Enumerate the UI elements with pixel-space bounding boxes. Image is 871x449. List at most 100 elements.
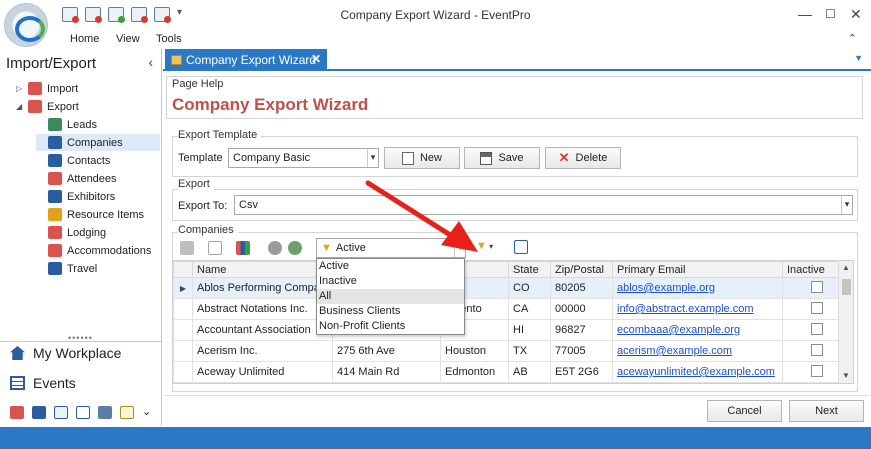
sidebar-item-companies[interactable]: Companies	[36, 134, 160, 151]
column-header-inactive[interactable]: Inactive	[782, 261, 841, 278]
save-template-button[interactable]: Save	[464, 147, 540, 169]
inactive-checkbox[interactable]	[811, 343, 823, 356]
next-button[interactable]: Next	[789, 400, 864, 422]
tree-expander-icon[interactable]: ▷	[16, 84, 28, 93]
cell-zip[interactable]: E5T 2G6	[550, 361, 613, 383]
scroll-down-icon[interactable]: ▼	[842, 371, 850, 380]
inactive-checkbox[interactable]	[811, 322, 823, 335]
cell-zip[interactable]: 80205	[550, 277, 613, 299]
cell-zip[interactable]: 00000	[550, 298, 613, 320]
delete-template-button[interactable]: ✕ Delete	[545, 147, 621, 169]
inactive-checkbox[interactable]	[811, 301, 823, 314]
cell-zip[interactable]: 96827	[550, 319, 613, 341]
new-template-button[interactable]: New	[384, 147, 460, 169]
cell-name[interactable]: Ablos Performing Compan	[192, 277, 333, 299]
scrollbar-thumb[interactable]	[842, 279, 851, 295]
email-link[interactable]: acewayunlimited@example.com	[617, 366, 775, 378]
grid-vertical-scrollbar[interactable]: ▲ ▼	[838, 261, 853, 383]
status-filter-select[interactable]: ▼ Active ▾	[316, 238, 466, 258]
maximize-icon[interactable]: ☐	[825, 7, 836, 21]
ribbon-collapse-icon[interactable]: ⌃	[848, 32, 857, 45]
tab-list-dropdown-icon[interactable]: ▼	[854, 53, 863, 63]
nav-my-workplace[interactable]: My Workplace	[10, 345, 121, 361]
sidebar-item-exhibitors[interactable]: Exhibitors	[36, 188, 160, 205]
cell-name[interactable]: Act Theater Company	[192, 382, 333, 383]
tab-company-export-wizard[interactable]: Company Export Wizard ✕	[165, 49, 327, 71]
cell-state[interactable]: CA	[508, 298, 551, 320]
column-header-name[interactable]: Name	[192, 261, 333, 278]
more-nav-chevron-icon[interactable]: ⌄	[142, 406, 156, 419]
cell-zip[interactable]: 89113	[550, 382, 613, 383]
cell-name[interactable]: Abstract Notations Inc.	[192, 298, 333, 320]
cell-name[interactable]: Accountant Association	[192, 319, 333, 341]
columns-icon[interactable]	[236, 241, 250, 255]
mail-nav-icon[interactable]	[76, 406, 90, 419]
dropdown-option-business-clients[interactable]: Business Clients	[317, 304, 464, 319]
cell-state[interactable]: NV	[508, 382, 551, 383]
cell-name[interactable]: Acerism Inc.	[192, 340, 333, 362]
tab-close-icon[interactable]: ✕	[311, 52, 321, 66]
column-header-email[interactable]: Primary Email	[612, 261, 783, 278]
checklist-nav-icon[interactable]	[120, 406, 134, 419]
table-row[interactable]: Aceway Unlimited 414 Main Rd Edmonton AB E5T…	[173, 361, 841, 383]
refresh-icon[interactable]	[180, 241, 194, 255]
table-row[interactable]: Abstract Notations Inc.amentoCA00000info…	[173, 298, 841, 320]
companies-nav-icon[interactable]	[32, 406, 46, 419]
email-link[interactable]: ablos@example.org	[617, 282, 715, 294]
sidebar-item-export[interactable]: ◢ Export	[16, 98, 160, 115]
dropdown-option-non-profit-clients[interactable]: Non-Profit Clients	[317, 319, 464, 334]
menu-home[interactable]: Home	[70, 33, 99, 45]
dropdown-option-all[interactable]: All	[317, 289, 464, 304]
email-link[interactable]: acerism@example.com	[617, 345, 732, 357]
inactive-checkbox[interactable]	[811, 364, 823, 377]
cell-address[interactable]: 414 Main Rd	[332, 361, 441, 383]
cell-city[interactable]: Las Vegas	[440, 382, 509, 383]
cell-city[interactable]: Houston	[440, 340, 509, 362]
nav-events[interactable]: Events	[10, 375, 76, 391]
column-header-zip[interactable]: Zip/Postal	[550, 261, 613, 278]
cell-state[interactable]: AB	[508, 361, 551, 383]
lodging-nav-icon[interactable]	[10, 406, 24, 419]
export-to-select[interactable]: Csv ▾	[234, 195, 853, 215]
move-up-icon[interactable]	[268, 241, 282, 255]
sidebar-item-lodging[interactable]: Lodging	[36, 224, 160, 241]
filter-menu-icon[interactable]: ▼ ▾	[476, 240, 493, 252]
table-row[interactable]: Act Theater Company202 Chestnut StLas Ve…	[173, 382, 841, 383]
menu-view[interactable]: View	[116, 33, 140, 45]
menu-tools[interactable]: Tools	[156, 33, 182, 45]
sidebar-item-import[interactable]: ▷ Import	[16, 80, 160, 97]
cell-address[interactable]: 275 6th Ave	[332, 340, 441, 362]
cell-zip[interactable]: 77005	[550, 340, 613, 362]
table-row[interactable]: ▶Ablos Performing CompanverCO80205ablos@…	[173, 277, 841, 299]
minimize-icon[interactable]: —	[798, 6, 812, 22]
column-header-state[interactable]: State	[508, 261, 551, 278]
table-row[interactable]: Acerism Inc. 275 6th Ave Houston TX 77005 ace…	[173, 340, 841, 362]
tree-expander-icon[interactable]: ◢	[16, 102, 28, 111]
sidebar-item-resource-items[interactable]: Resource Items	[36, 206, 160, 223]
cell-address[interactable]: 202 Chestnut St	[332, 382, 441, 383]
template-select[interactable]: Company Basic ▾	[228, 148, 379, 168]
cell-city[interactable]: Edmonton	[440, 361, 509, 383]
table-row[interactable]: Accountant AssociationnbaHI96827ecombaaa…	[173, 319, 841, 341]
collapse-sidebar-icon[interactable]: ‹	[148, 54, 153, 70]
cell-state[interactable]: HI	[508, 319, 551, 341]
sidebar-item-accommodations[interactable]: Accommodations	[36, 242, 160, 259]
close-icon[interactable]: ✕	[850, 6, 862, 23]
move-down-icon[interactable]	[288, 241, 302, 255]
sidebar-item-attendees[interactable]: Attendees	[36, 170, 160, 187]
edit-nav-icon[interactable]	[98, 406, 112, 419]
sidebar-item-leads[interactable]: Leads	[36, 116, 160, 133]
contacts-nav-icon[interactable]	[54, 406, 68, 419]
email-link[interactable]: ecombaaa@example.org	[617, 324, 740, 336]
search-preview-icon[interactable]	[514, 240, 528, 254]
cancel-button[interactable]: Cancel	[707, 400, 782, 422]
sidebar-item-travel[interactable]: Travel	[36, 260, 160, 277]
cell-state[interactable]: CO	[508, 277, 551, 299]
dropdown-option-active[interactable]: Active	[317, 259, 464, 274]
cell-state[interactable]: TX	[508, 340, 551, 362]
sidebar-item-contacts[interactable]: Contacts	[36, 152, 160, 169]
export-selected-icon[interactable]	[208, 241, 222, 255]
email-link[interactable]: info@abstract.example.com	[617, 303, 754, 315]
scroll-up-icon[interactable]: ▲	[842, 263, 850, 272]
dropdown-option-inactive[interactable]: Inactive	[317, 274, 464, 289]
